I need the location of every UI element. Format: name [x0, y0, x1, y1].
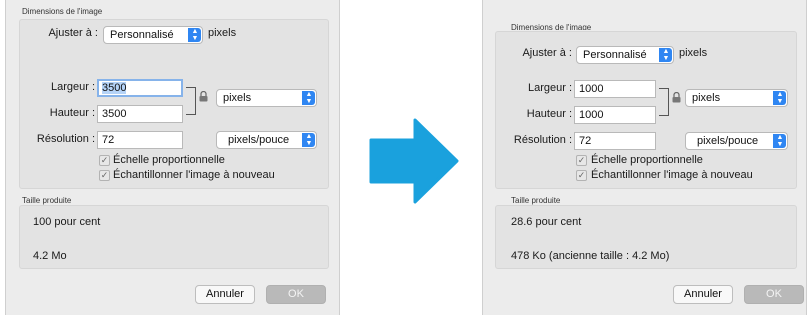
- lock-icon[interactable]: [199, 91, 208, 102]
- resolution-value: 72: [579, 135, 592, 147]
- result-size: 478 Ko (ancienne taille : 4.2 Mo): [511, 250, 670, 262]
- size-unit-value: pixels: [692, 92, 721, 104]
- resolution-value: 72: [102, 134, 115, 146]
- constraint-bracket: [186, 87, 196, 115]
- width-label: Largeur :: [50, 81, 95, 93]
- scale-label: Échelle proportionnelle: [113, 154, 225, 166]
- result-percent: 28.6 pour cent: [511, 216, 582, 228]
- width-field[interactable]: 3500: [97, 79, 183, 97]
- scale-checkbox[interactable]: ✓: [576, 155, 587, 166]
- resample-label: Échantillonner l'image à nouveau: [113, 169, 275, 181]
- resolution-unit-value: pixels/pouce: [228, 134, 290, 146]
- height-field[interactable]: 1000: [574, 106, 656, 124]
- cancel-button[interactable]: Annuler: [673, 285, 733, 304]
- up-down-chevron-icon: ▲ ▼: [773, 91, 786, 105]
- height-label: Hauteur :: [49, 107, 95, 119]
- width-label: Largeur :: [527, 82, 572, 94]
- result-percent: 100 pour cent: [33, 216, 101, 228]
- ok-button[interactable]: OK: [266, 285, 326, 304]
- fit-unit-label: pixels: [208, 27, 237, 39]
- fit-popup-value: Personnalisé: [583, 49, 647, 61]
- ok-button[interactable]: OK: [744, 285, 804, 304]
- resolution-field[interactable]: 72: [97, 131, 183, 149]
- height-value: 1000: [579, 109, 604, 121]
- constraint-bracket: [659, 88, 669, 116]
- cancel-button[interactable]: Annuler: [195, 285, 255, 304]
- result-section-title: Taille produite: [511, 196, 561, 205]
- up-down-chevron-icon: ▲ ▼: [773, 134, 786, 148]
- scale-label: Échelle proportionnelle: [591, 154, 703, 166]
- result-section-title: Taille produite: [22, 196, 72, 205]
- size-unit-value: pixels: [223, 92, 252, 104]
- resolution-label: Résolution :: [513, 134, 572, 146]
- right-arrow-icon: [369, 118, 459, 204]
- result-size: 4.2 Mo: [33, 250, 67, 262]
- dimensions-section-title: Dimensions de l'image: [22, 7, 103, 16]
- width-value: 1000: [579, 83, 604, 95]
- resample-label: Échantillonner l'image à nouveau: [591, 169, 753, 181]
- dialog-after: Dimensions de l'image Ajuster à : Person…: [482, 0, 807, 315]
- size-unit-popup[interactable]: pixels ▲ ▼: [685, 89, 788, 107]
- height-field[interactable]: 3500: [97, 105, 183, 123]
- fit-label: Ajuster à :: [522, 47, 572, 59]
- scale-checkbox[interactable]: ✓: [99, 155, 110, 166]
- up-down-chevron-icon: ▲ ▼: [302, 91, 315, 105]
- fit-unit-label: pixels: [679, 47, 708, 59]
- lock-icon[interactable]: [672, 92, 681, 103]
- fit-popup[interactable]: Personnalisé ▲ ▼: [103, 26, 203, 44]
- height-value: 3500: [102, 108, 127, 120]
- fit-popup[interactable]: Personnalisé ▲ ▼: [576, 46, 674, 64]
- resolution-unit-popup[interactable]: pixels/pouce ▲ ▼: [685, 132, 788, 150]
- size-unit-popup[interactable]: pixels ▲ ▼: [216, 89, 317, 107]
- resample-checkbox[interactable]: ✓: [99, 170, 110, 181]
- resolution-label: Résolution :: [36, 133, 95, 145]
- resolution-unit-popup[interactable]: pixels/pouce ▲ ▼: [216, 131, 317, 149]
- resolution-unit-value: pixels/pouce: [697, 135, 759, 147]
- width-field[interactable]: 1000: [574, 80, 656, 98]
- fit-label: Ajuster à :: [48, 27, 98, 39]
- width-value: 3500: [102, 82, 127, 94]
- resample-checkbox[interactable]: ✓: [576, 170, 587, 181]
- up-down-chevron-icon: ▲ ▼: [188, 28, 201, 42]
- resolution-field[interactable]: 72: [574, 132, 656, 150]
- dialog-before: Dimensions de l'image Ajuster à : Person…: [5, 0, 340, 315]
- fit-popup-value: Personnalisé: [110, 29, 174, 41]
- dimensions-section-title: Dimensions de l'image: [511, 24, 592, 30]
- up-down-chevron-icon: ▲ ▼: [659, 48, 672, 62]
- height-label: Hauteur :: [526, 108, 572, 120]
- up-down-chevron-icon: ▲ ▼: [302, 133, 315, 147]
